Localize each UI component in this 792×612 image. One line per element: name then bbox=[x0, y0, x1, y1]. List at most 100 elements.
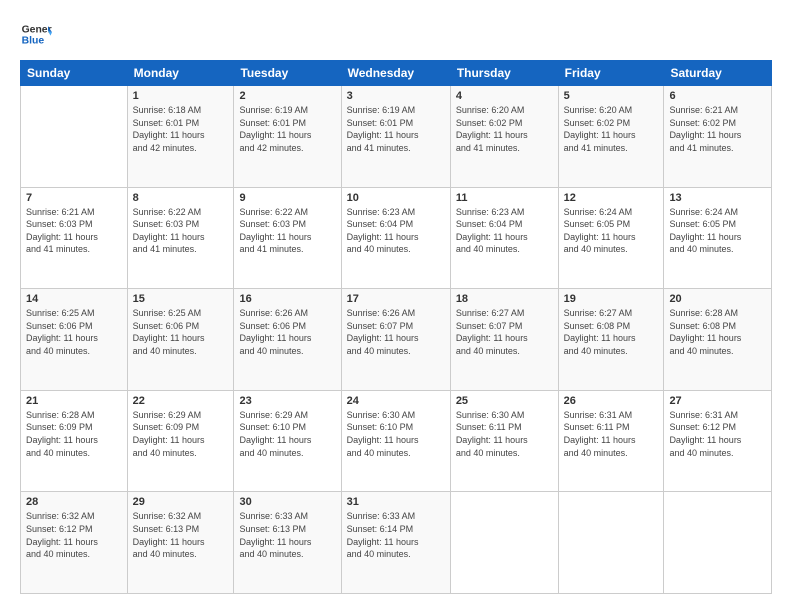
weekday-header-monday: Monday bbox=[127, 61, 234, 86]
day-info: Sunrise: 6:22 AM Sunset: 6:03 PM Dayligh… bbox=[133, 206, 229, 256]
weekday-header-tuesday: Tuesday bbox=[234, 61, 341, 86]
day-info: Sunrise: 6:21 AM Sunset: 6:02 PM Dayligh… bbox=[669, 104, 766, 154]
calendar-cell: 12 Sunrise: 6:24 AM Sunset: 6:05 PM Dayli… bbox=[558, 187, 664, 289]
calendar-cell: 7Sunrise: 6:21 AM Sunset: 6:03 PM Daylig… bbox=[21, 187, 128, 289]
svg-text:General: General bbox=[22, 24, 52, 35]
calendar-week-3: 14 Sunrise: 6:25 AM Sunset: 6:06 PM Dayli… bbox=[21, 289, 772, 391]
day-info: Sunrise: 6:31 AM Sunset: 6:11 PM Dayligh… bbox=[564, 409, 659, 459]
day-number: 18 bbox=[456, 293, 553, 305]
day-info: Sunrise: 6:33 AM Sunset: 6:13 PM Dayligh… bbox=[239, 510, 335, 560]
day-number: 30 bbox=[239, 496, 335, 508]
day-info: Sunrise: 6:19 AM Sunset: 6:01 PM Dayligh… bbox=[239, 104, 335, 154]
day-number: 29 bbox=[133, 496, 229, 508]
day-info: Sunrise: 6:33 AM Sunset: 6:14 PM Dayligh… bbox=[347, 510, 445, 560]
weekday-header-row: SundayMondayTuesdayWednesdayThursdayFrid… bbox=[21, 61, 772, 86]
weekday-header-wednesday: Wednesday bbox=[341, 61, 450, 86]
day-info: Sunrise: 6:23 AM Sunset: 6:04 PM Dayligh… bbox=[456, 206, 553, 256]
calendar-cell: 11 Sunrise: 6:23 AM Sunset: 6:04 PM Dayli… bbox=[450, 187, 558, 289]
day-info: Sunrise: 6:21 AM Sunset: 6:03 PM Dayligh… bbox=[26, 206, 122, 256]
page: General Blue SundayMondayTuesdayWednesda… bbox=[0, 0, 792, 612]
weekday-header-saturday: Saturday bbox=[664, 61, 772, 86]
day-info: Sunrise: 6:25 AM Sunset: 6:06 PM Dayligh… bbox=[133, 307, 229, 357]
day-info: Sunrise: 6:22 AM Sunset: 6:03 PM Dayligh… bbox=[239, 206, 335, 256]
day-number: 22 bbox=[133, 395, 229, 407]
day-info: Sunrise: 6:26 AM Sunset: 6:07 PM Dayligh… bbox=[347, 307, 445, 357]
day-number: 17 bbox=[347, 293, 445, 305]
calendar-cell bbox=[21, 86, 128, 188]
weekday-header-sunday: Sunday bbox=[21, 61, 128, 86]
calendar-cell: 10Sunrise: 6:23 AM Sunset: 6:04 PM Dayli… bbox=[341, 187, 450, 289]
day-info: Sunrise: 6:31 AM Sunset: 6:12 PM Dayligh… bbox=[669, 409, 766, 459]
calendar-cell: 16 Sunrise: 6:26 AM Sunset: 6:06 PM Dayli… bbox=[234, 289, 341, 391]
calendar-cell: 15 Sunrise: 6:25 AM Sunset: 6:06 PM Dayli… bbox=[127, 289, 234, 391]
day-number: 8 bbox=[133, 192, 229, 204]
day-number: 5 bbox=[564, 90, 659, 102]
calendar-cell bbox=[558, 492, 664, 594]
day-info: Sunrise: 6:24 AM Sunset: 6:05 PM Dayligh… bbox=[564, 206, 659, 256]
day-number: 25 bbox=[456, 395, 553, 407]
calendar-cell: 22 Sunrise: 6:29 AM Sunset: 6:09 PM Dayli… bbox=[127, 390, 234, 492]
calendar-cell: 6 Sunrise: 6:21 AM Sunset: 6:02 PM Daylig… bbox=[664, 86, 772, 188]
day-info: Sunrise: 6:27 AM Sunset: 6:07 PM Dayligh… bbox=[456, 307, 553, 357]
day-number: 3 bbox=[347, 90, 445, 102]
day-info: Sunrise: 6:20 AM Sunset: 6:02 PM Dayligh… bbox=[564, 104, 659, 154]
day-info: Sunrise: 6:18 AM Sunset: 6:01 PM Dayligh… bbox=[133, 104, 229, 154]
calendar-week-5: 28Sunrise: 6:32 AM Sunset: 6:12 PM Dayli… bbox=[21, 492, 772, 594]
calendar-cell: 1Sunrise: 6:18 AM Sunset: 6:01 PM Daylig… bbox=[127, 86, 234, 188]
calendar-cell: 24 Sunrise: 6:30 AM Sunset: 6:10 PM Dayli… bbox=[341, 390, 450, 492]
day-number: 4 bbox=[456, 90, 553, 102]
day-info: Sunrise: 6:29 AM Sunset: 6:10 PM Dayligh… bbox=[239, 409, 335, 459]
day-number: 13 bbox=[669, 192, 766, 204]
calendar-cell: 19 Sunrise: 6:27 AM Sunset: 6:08 PM Dayli… bbox=[558, 289, 664, 391]
day-number: 12 bbox=[564, 192, 659, 204]
day-number: 24 bbox=[347, 395, 445, 407]
calendar-cell: 4Sunrise: 6:20 AM Sunset: 6:02 PM Daylig… bbox=[450, 86, 558, 188]
calendar-cell: 13 Sunrise: 6:24 AM Sunset: 6:05 PM Dayli… bbox=[664, 187, 772, 289]
day-number: 2 bbox=[239, 90, 335, 102]
day-info: Sunrise: 6:30 AM Sunset: 6:10 PM Dayligh… bbox=[347, 409, 445, 459]
calendar-cell: 20Sunrise: 6:28 AM Sunset: 6:08 PM Dayli… bbox=[664, 289, 772, 391]
day-info: Sunrise: 6:26 AM Sunset: 6:06 PM Dayligh… bbox=[239, 307, 335, 357]
calendar-cell: 14 Sunrise: 6:25 AM Sunset: 6:06 PM Dayli… bbox=[21, 289, 128, 391]
day-number: 27 bbox=[669, 395, 766, 407]
logo-icon: General Blue bbox=[20, 18, 52, 50]
calendar-cell: 27 Sunrise: 6:31 AM Sunset: 6:12 PM Dayli… bbox=[664, 390, 772, 492]
day-info: Sunrise: 6:28 AM Sunset: 6:09 PM Dayligh… bbox=[26, 409, 122, 459]
calendar-cell bbox=[450, 492, 558, 594]
calendar-cell: 21 Sunrise: 6:28 AM Sunset: 6:09 PM Dayli… bbox=[21, 390, 128, 492]
day-number: 19 bbox=[564, 293, 659, 305]
logo: General Blue bbox=[20, 18, 52, 50]
calendar-week-1: 1Sunrise: 6:18 AM Sunset: 6:01 PM Daylig… bbox=[21, 86, 772, 188]
calendar-week-2: 7Sunrise: 6:21 AM Sunset: 6:03 PM Daylig… bbox=[21, 187, 772, 289]
day-info: Sunrise: 6:30 AM Sunset: 6:11 PM Dayligh… bbox=[456, 409, 553, 459]
calendar-week-4: 21 Sunrise: 6:28 AM Sunset: 6:09 PM Dayli… bbox=[21, 390, 772, 492]
day-info: Sunrise: 6:32 AM Sunset: 6:13 PM Dayligh… bbox=[133, 510, 229, 560]
day-info: Sunrise: 6:19 AM Sunset: 6:01 PM Dayligh… bbox=[347, 104, 445, 154]
calendar-table: SundayMondayTuesdayWednesdayThursdayFrid… bbox=[20, 60, 772, 594]
calendar-cell: 9 Sunrise: 6:22 AM Sunset: 6:03 PM Daylig… bbox=[234, 187, 341, 289]
day-info: Sunrise: 6:29 AM Sunset: 6:09 PM Dayligh… bbox=[133, 409, 229, 459]
day-number: 14 bbox=[26, 293, 122, 305]
calendar-cell: 18 Sunrise: 6:27 AM Sunset: 6:07 PM Dayli… bbox=[450, 289, 558, 391]
calendar-cell bbox=[664, 492, 772, 594]
day-info: Sunrise: 6:24 AM Sunset: 6:05 PM Dayligh… bbox=[669, 206, 766, 256]
day-info: Sunrise: 6:32 AM Sunset: 6:12 PM Dayligh… bbox=[26, 510, 122, 560]
day-number: 21 bbox=[26, 395, 122, 407]
weekday-header-thursday: Thursday bbox=[450, 61, 558, 86]
day-info: Sunrise: 6:28 AM Sunset: 6:08 PM Dayligh… bbox=[669, 307, 766, 357]
day-number: 6 bbox=[669, 90, 766, 102]
calendar-cell: 5 Sunrise: 6:20 AM Sunset: 6:02 PM Daylig… bbox=[558, 86, 664, 188]
day-number: 11 bbox=[456, 192, 553, 204]
calendar-cell: 30 Sunrise: 6:33 AM Sunset: 6:13 PM Dayli… bbox=[234, 492, 341, 594]
weekday-header-friday: Friday bbox=[558, 61, 664, 86]
day-info: Sunrise: 6:25 AM Sunset: 6:06 PM Dayligh… bbox=[26, 307, 122, 357]
calendar-cell: 2 Sunrise: 6:19 AM Sunset: 6:01 PM Daylig… bbox=[234, 86, 341, 188]
day-number: 16 bbox=[239, 293, 335, 305]
day-number: 15 bbox=[133, 293, 229, 305]
header: General Blue bbox=[20, 18, 772, 50]
calendar-cell: 17 Sunrise: 6:26 AM Sunset: 6:07 PM Dayli… bbox=[341, 289, 450, 391]
calendar-cell: 31Sunrise: 6:33 AM Sunset: 6:14 PM Dayli… bbox=[341, 492, 450, 594]
day-number: 9 bbox=[239, 192, 335, 204]
day-info: Sunrise: 6:27 AM Sunset: 6:08 PM Dayligh… bbox=[564, 307, 659, 357]
day-info: Sunrise: 6:23 AM Sunset: 6:04 PM Dayligh… bbox=[347, 206, 445, 256]
